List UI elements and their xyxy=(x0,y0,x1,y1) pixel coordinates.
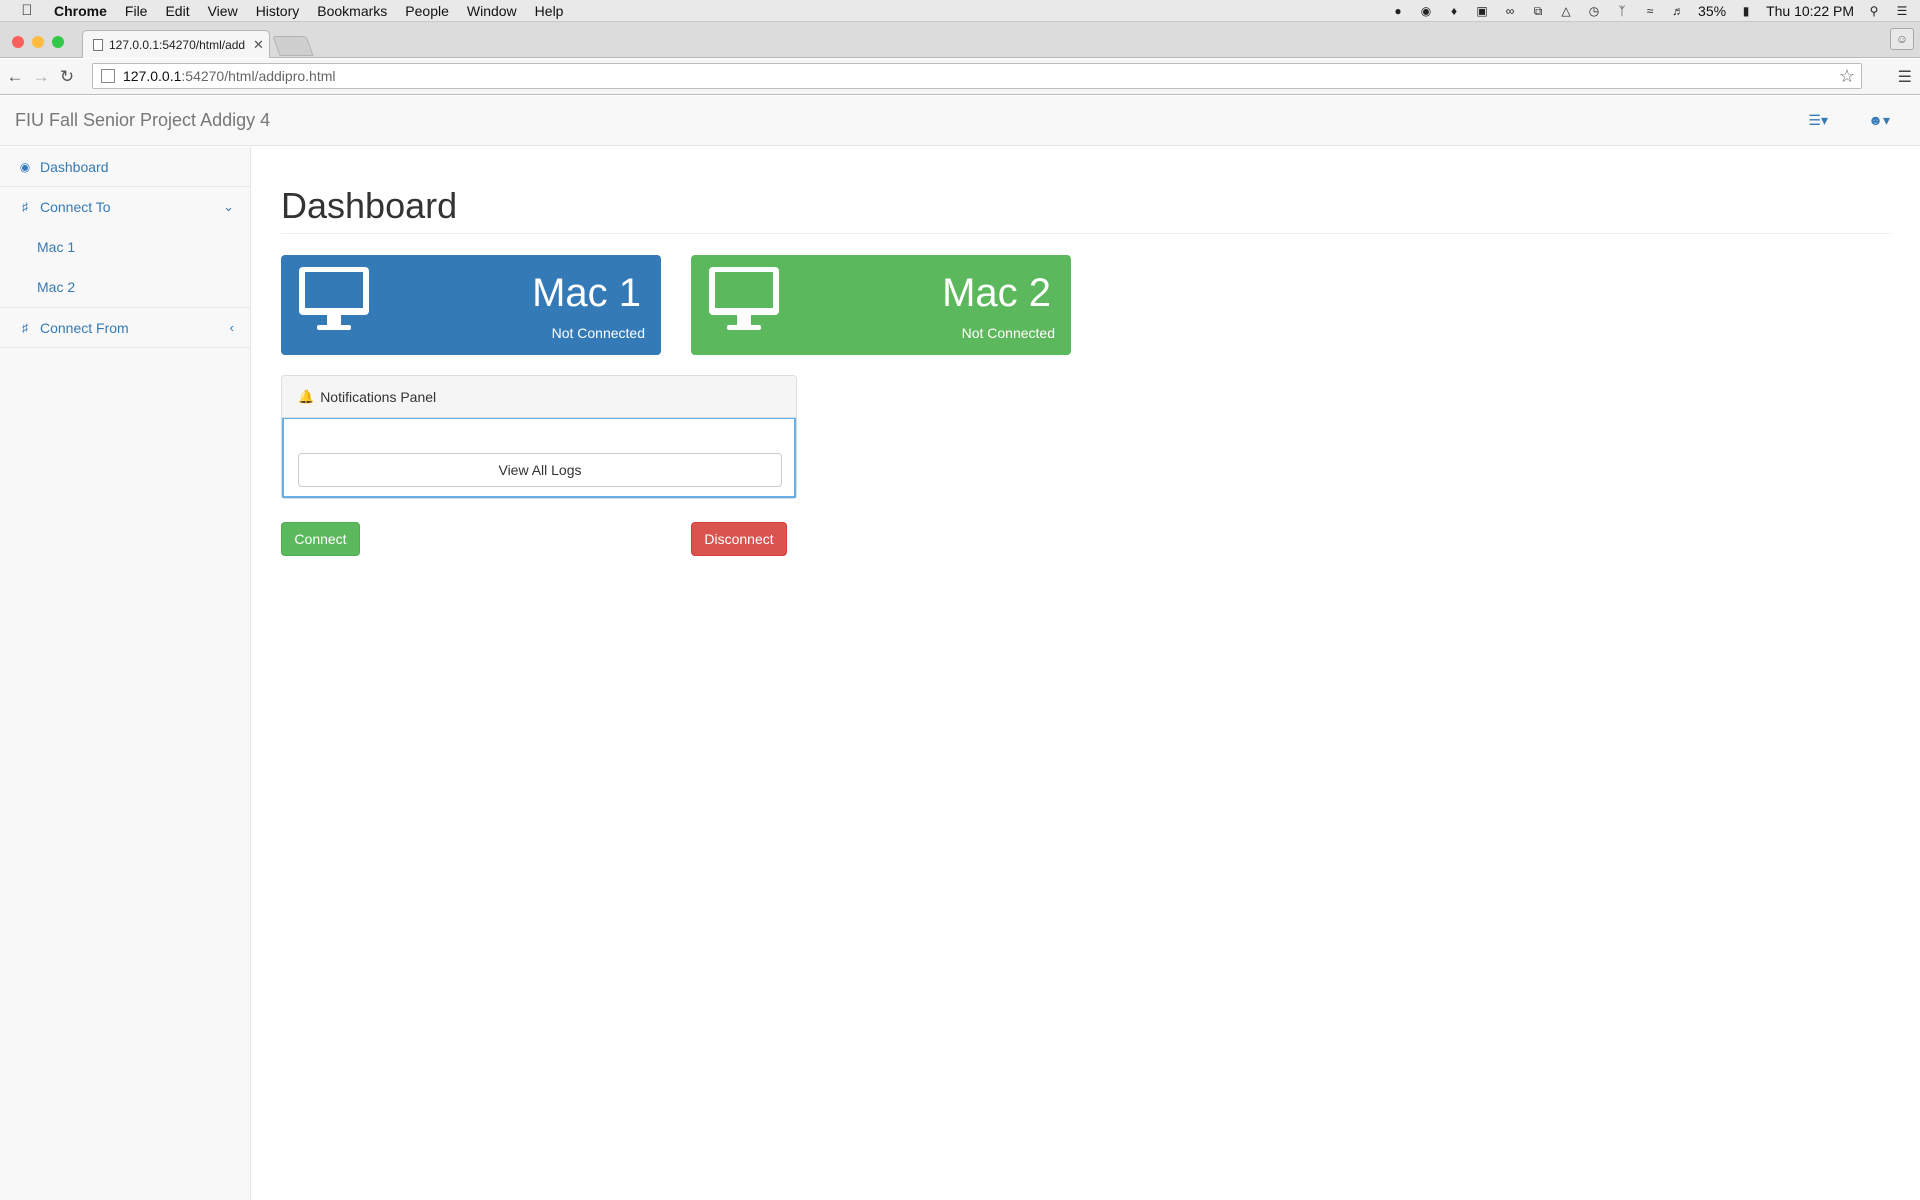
url-host: 127.0.0.1 xyxy=(123,68,182,84)
menu-app-chrome[interactable]: Chrome xyxy=(54,3,116,19)
notification-bell-icon[interactable]: ♦ xyxy=(1446,4,1462,18)
main-content: Dashboard Mac 1 Not Connected Mac 2 Not … xyxy=(251,147,1920,1200)
clock[interactable]: Thu 10:22 PM xyxy=(1766,3,1854,19)
menu-view[interactable]: View xyxy=(199,3,247,19)
mac1-status: Not Connected xyxy=(551,325,645,341)
sidebar-item-label: Connect To xyxy=(40,199,111,215)
menu-bookmarks[interactable]: Bookmarks xyxy=(308,3,396,19)
sidebar: ◉ Dashboard ♯ Connect To ⌄ Mac 1 Mac 2 ♯… xyxy=(0,147,251,1200)
forward-arrow-icon[interactable]: → xyxy=(30,67,52,87)
wifi-icon[interactable]: ≈ xyxy=(1642,4,1658,18)
notifications-panel-body: View All Logs xyxy=(282,418,796,498)
mac2-card[interactable]: Mac 2 Not Connected xyxy=(691,255,1071,355)
volume-icon[interactable]: ♬ xyxy=(1670,4,1686,18)
sidebar-subitem-label: Mac 2 xyxy=(37,279,76,295)
bookmark-star-icon[interactable]: ☆ xyxy=(1839,66,1855,87)
sidebar-group-connect-to: ♯ Connect To ⌄ Mac 1 Mac 2 xyxy=(0,187,250,308)
address-bar[interactable]: 127.0.0.1 :54270/html/addipro.html ☆ xyxy=(92,63,1862,89)
apple-menu-icon[interactable]:  xyxy=(0,2,54,19)
time-machine-icon[interactable]: ◷ xyxy=(1586,4,1602,18)
desktop-monitor-icon xyxy=(709,267,779,330)
battery-icon[interactable]: ▮ xyxy=(1738,4,1754,18)
window-close-icon[interactable] xyxy=(12,36,24,48)
view-all-logs-button[interactable]: View All Logs xyxy=(298,453,782,487)
mac1-name: Mac 1 xyxy=(532,271,641,315)
user-dropdown-icon[interactable]: ☻▾ xyxy=(1868,112,1890,129)
bell-icon: 🔔 xyxy=(298,388,315,404)
chrome-menu-icon[interactable]: ☰ xyxy=(1898,67,1912,87)
page-favicon-icon xyxy=(93,38,103,51)
chevron-left-icon[interactable]: ‹ xyxy=(230,320,234,335)
sidebar-item-connect-to[interactable]: ♯ Connect To ⌄ xyxy=(0,187,250,227)
bluetooth-icon[interactable]: ᛉ xyxy=(1614,4,1630,18)
title-divider xyxy=(281,233,1891,234)
display-icon[interactable]: ▣ xyxy=(1474,4,1490,18)
profile-icon[interactable]: ☺ xyxy=(1890,28,1914,50)
sidebar-subitem-mac2[interactable]: Mac 2 xyxy=(0,267,250,307)
disconnect-button[interactable]: Disconnect xyxy=(691,522,787,556)
chat-icon[interactable]: ◉ xyxy=(1418,4,1434,18)
dashboard-icon: ◉ xyxy=(19,159,31,174)
menu-help[interactable]: Help xyxy=(526,3,573,19)
notification-center-icon[interactable]: ☰ xyxy=(1894,4,1910,18)
window-minimize-icon[interactable] xyxy=(32,36,44,48)
airplay-icon[interactable]: △ xyxy=(1558,4,1574,18)
page-info-icon[interactable] xyxy=(101,69,115,83)
page-title: Dashboard xyxy=(281,185,458,226)
menu-history[interactable]: History xyxy=(247,3,309,19)
menu-people[interactable]: People xyxy=(396,3,458,19)
sync-icon[interactable]: ⧉ xyxy=(1530,4,1546,18)
glasses-icon[interactable]: ∞ xyxy=(1502,4,1518,18)
navbar-brand[interactable]: FIU Fall Senior Project Addigy 4 xyxy=(15,110,270,131)
menu-window[interactable]: Window xyxy=(458,3,526,19)
status-area: ● ◉ ♦ ▣ ∞ ⧉ △ ◷ ᛉ ≈ ♬ 35% ▮ Thu 10:22 PM… xyxy=(1390,0,1910,22)
tab-close-icon[interactable]: ✕ xyxy=(253,37,269,53)
desktop-monitor-icon xyxy=(299,267,369,330)
browser-tab-strip: 127.0.0.1:54270/html/add ✕ ☺ xyxy=(0,22,1920,58)
mac1-card[interactable]: Mac 1 Not Connected xyxy=(281,255,661,355)
back-arrow-icon[interactable]: ← xyxy=(4,67,26,87)
sitemap-icon: ♯ xyxy=(22,200,28,214)
sidebar-subitem-label: Mac 1 xyxy=(37,239,76,255)
app-navbar: FIU Fall Senior Project Addigy 4 ☰▾ ☻▾ xyxy=(0,96,1920,146)
chevron-down-icon[interactable]: ⌄ xyxy=(223,199,234,215)
sitemap-icon: ♯ xyxy=(22,320,28,335)
notifications-panel: 🔔 Notifications Panel View All Logs xyxy=(281,375,797,499)
sidebar-item-label: Connect From xyxy=(40,319,129,336)
tab-title: 127.0.0.1:54270/html/add xyxy=(109,37,246,52)
window-zoom-icon[interactable] xyxy=(52,36,64,48)
browser-tab[interactable]: 127.0.0.1:54270/html/add ✕ xyxy=(82,30,270,58)
connect-button[interactable]: Connect xyxy=(281,522,360,556)
sidebar-item-connect-from[interactable]: ♯ Connect From ‹ xyxy=(0,308,250,348)
notifications-panel-heading: 🔔 Notifications Panel xyxy=(282,376,796,418)
tasks-dropdown-icon[interactable]: ☰▾ xyxy=(1808,112,1828,129)
url-path: :54270/html/addipro.html xyxy=(181,68,336,84)
spotlight-search-icon[interactable]: ⚲ xyxy=(1866,4,1882,18)
sidebar-item-dashboard[interactable]: ◉ Dashboard xyxy=(0,147,250,187)
os-menubar:  Chrome File Edit View History Bookmark… xyxy=(0,0,1920,22)
sidebar-subitem-mac1[interactable]: Mac 1 xyxy=(0,227,250,267)
mac2-status: Not Connected xyxy=(961,325,1055,341)
new-tab-button[interactable] xyxy=(272,36,314,56)
battery-percent[interactable]: 35% xyxy=(1698,3,1726,19)
status-app-icon[interactable]: ● xyxy=(1390,4,1406,18)
mac2-name: Mac 2 xyxy=(942,271,1051,315)
notifications-panel-title: Notifications Panel xyxy=(320,388,437,405)
menu-file[interactable]: File xyxy=(116,3,157,19)
browser-toolbar: ← → ↻ 127.0.0.1 :54270/html/addipro.html… xyxy=(0,59,1920,95)
reload-icon[interactable]: ↻ xyxy=(56,67,78,87)
menu-edit[interactable]: Edit xyxy=(156,3,198,19)
sidebar-item-label: Dashboard xyxy=(40,158,109,175)
